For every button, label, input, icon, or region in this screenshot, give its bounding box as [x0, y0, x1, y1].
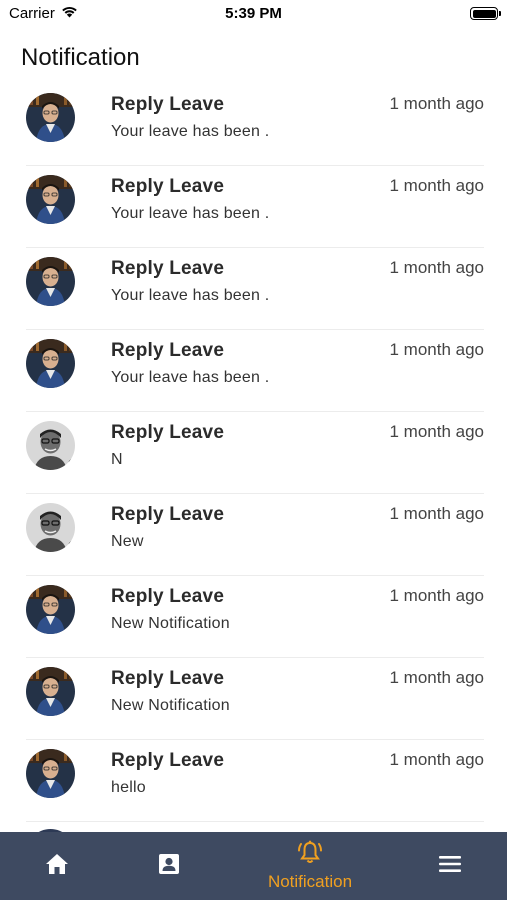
notification-title: Reply Leave [111, 504, 225, 525]
notification-item[interactable]: Reply Leave 1 month ago New Notification [26, 576, 484, 658]
tab-notification[interactable]: Notification [250, 832, 370, 900]
notification-body: New Notification [111, 697, 230, 714]
notification-time: 1 month ago [389, 422, 484, 441]
avatar [26, 749, 75, 798]
tab-home[interactable] [22, 832, 92, 900]
notification-body: New [111, 533, 144, 550]
notification-time: 1 month ago [389, 504, 484, 523]
notification-item[interactable]: Reply Leave 1 month ago New Notification [26, 658, 484, 740]
avatar [26, 175, 75, 224]
status-bar: Carrier 5:39 PM [0, 0, 507, 28]
notification-time: 1 month ago [389, 668, 484, 687]
tab-bar: Notification [0, 832, 507, 900]
bell-icon [296, 840, 324, 871]
notification-item[interactable]: Reply Leave 1 month ago Your leave has b… [26, 330, 484, 412]
avatar [26, 339, 75, 388]
notification-time: 1 month ago [389, 258, 484, 277]
notification-body: Your leave has been . [111, 205, 270, 222]
tab-contact[interactable] [134, 832, 204, 900]
notification-title: Reply Leave [111, 586, 225, 607]
avatar [26, 667, 75, 716]
notification-title: Reply Leave [111, 750, 225, 771]
avatar [26, 585, 75, 634]
notification-time: 1 month ago [389, 586, 484, 605]
notification-title: Reply Leave [111, 176, 225, 197]
battery-icon [470, 7, 501, 20]
status-time: 5:39 PM [225, 5, 282, 22]
notification-title: Reply Leave [111, 668, 225, 689]
notification-title: Reply Leave [111, 422, 225, 443]
notification-item[interactable]: Reply Leave 1 month ago Your leave has b… [26, 248, 484, 330]
notification-time: 1 month ago [389, 94, 484, 113]
notification-item[interactable]: Reply Leave 1 month ago N [26, 412, 484, 494]
notification-title: Reply Leave [111, 340, 225, 361]
notification-item[interactable]: Reply Leave 1 month ago New [26, 494, 484, 576]
notification-title: Reply Leave [111, 94, 225, 115]
notification-time: 1 month ago [389, 176, 484, 195]
screen: Carrier 5:39 PM Notification Reply Leave… [0, 0, 507, 900]
menu-icon [438, 855, 462, 878]
page-title: Notification [21, 44, 140, 71]
tab-menu[interactable] [415, 832, 485, 900]
contact-card-icon [157, 852, 181, 881]
notification-body: hello [111, 779, 146, 796]
avatar [26, 503, 75, 552]
home-icon [44, 852, 70, 881]
notification-body: Your leave has been . [111, 369, 270, 386]
notification-item[interactable]: Reply Leave 1 month ago Your leave has b… [26, 166, 484, 248]
avatar [26, 257, 75, 306]
avatar [26, 93, 75, 142]
tab-notification-label: Notification [267, 872, 353, 891]
notification-body: N [111, 451, 123, 468]
avatar [26, 421, 75, 470]
notification-item[interactable]: Reply Leave 1 month ago hello [26, 740, 484, 822]
notification-body: New Notification [111, 615, 230, 632]
notification-body: Your leave has been . [111, 123, 270, 140]
notification-time: 1 month ago [389, 340, 484, 359]
notification-body: Your leave has been . [111, 287, 270, 304]
notification-item[interactable]: Reply Leave 1 month ago Your leave has b… [26, 84, 484, 166]
notification-list: Reply Leave 1 month ago Your leave has b… [0, 84, 507, 822]
notification-title: Reply Leave [111, 258, 225, 279]
notification-time: 1 month ago [389, 750, 484, 769]
